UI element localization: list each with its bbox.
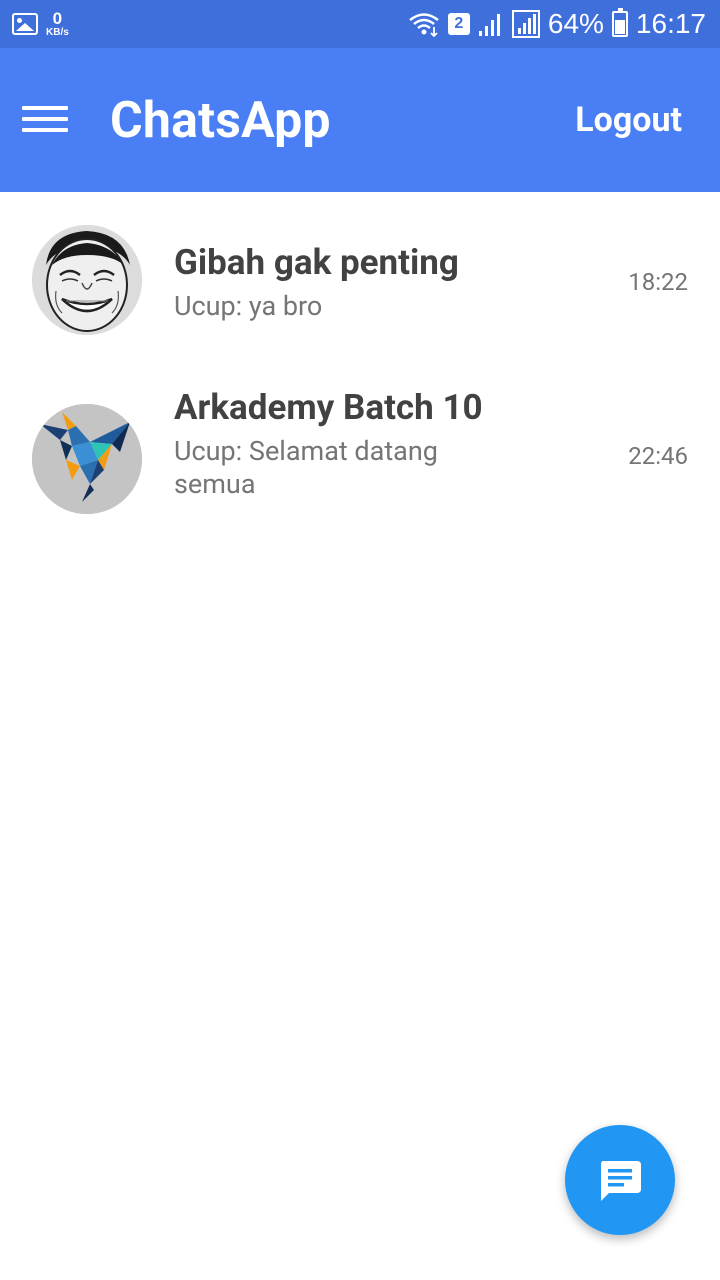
chat-list: Gibah gak penting Ucup: ya bro 18:22 Ark… (0, 192, 720, 547)
clock: 16:17 (635, 8, 706, 39)
arkademy-bird-logo (32, 404, 142, 514)
meme-face-avatar (32, 225, 142, 335)
network-speed-unit: KB/s (46, 27, 69, 38)
app-bar: ChatsApp Logout (0, 48, 720, 192)
sim-slot-badge: 2 (447, 13, 470, 35)
avatar (32, 404, 142, 514)
new-chat-icon (601, 1161, 641, 1201)
chat-list-item[interactable]: Arkademy Batch 10 Ucup: Selamat datang s… (0, 367, 720, 547)
menu-icon[interactable] (22, 102, 68, 136)
gallery-icon (12, 13, 38, 35)
app-title: ChatsApp (110, 92, 331, 150)
new-chat-button[interactable] (565, 1125, 675, 1235)
signal-icon (478, 14, 500, 36)
chat-name: Gibah gak penting (174, 242, 459, 283)
signal-icon-secondary (511, 10, 540, 38)
chat-time: 22:46 (628, 442, 688, 470)
status-bar-right: 2 64% 16:17 (408, 8, 706, 40)
wifi-icon (409, 13, 439, 37)
network-speed-value: 0 (52, 9, 63, 28)
battery-percentage: 64% (547, 8, 604, 39)
chat-list-item[interactable]: Gibah gak penting Ucup: ya bro 18:22 (0, 192, 720, 367)
network-speed: 0 KB/s (46, 10, 69, 38)
chat-time: 18:22 (628, 268, 688, 296)
status-bar: 0 KB/s 2 64% 16:17 (0, 0, 720, 48)
chat-preview: Ucup: Selamat datang semua (174, 435, 438, 500)
avatar (32, 225, 142, 335)
logout-button[interactable]: Logout (575, 100, 682, 140)
chat-preview: Ucup: ya bro (174, 290, 323, 322)
chat-name: Arkademy Batch 10 (174, 387, 483, 428)
battery-icon (611, 8, 628, 37)
status-bar-left: 0 KB/s (12, 8, 69, 40)
